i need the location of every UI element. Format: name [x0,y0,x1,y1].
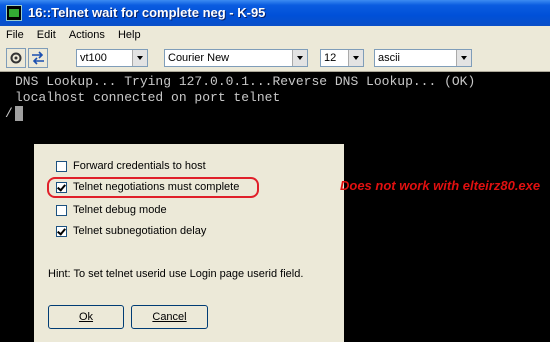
font-select[interactable]: Courier New [164,49,308,67]
charset-select[interactable]: ascii [374,49,472,67]
option-label: Telnet debug mode [73,204,167,216]
chevron-down-icon[interactable] [132,50,147,66]
settings-icon [10,52,22,64]
swap-button[interactable] [28,48,48,68]
chevron-down-icon[interactable] [348,50,363,66]
terminal-line: localhost connected on port telnet [15,90,281,105]
terminal-type-value: vt100 [80,52,107,64]
annotation-text: Does not work with elteirz80.exe [340,178,541,193]
debug-mode-checkbox[interactable] [56,205,67,216]
swap-icon [32,51,44,65]
terminal-prompt: / [5,106,13,121]
menu-file[interactable]: File [0,26,28,41]
title-bar: 16::Telnet wait for complete neg - K-95 [0,0,550,26]
menu-bar: File Edit Actions Help [0,26,550,45]
menu-help[interactable]: Help [112,26,145,41]
ok-button[interactable]: Ok [48,305,124,329]
red-highlight-outline [47,177,259,198]
chevron-down-icon[interactable] [292,50,307,66]
option-label: Forward credentials to host [73,160,206,172]
charset-value: ascii [378,52,401,64]
menu-edit[interactable]: Edit [31,26,60,41]
hint-text: Hint: To set telnet userid use Login pag… [48,268,304,280]
terminal-line: DNS Lookup... Trying 127.0.0.1...Reverse… [15,74,476,89]
k95-app-icon [6,5,22,21]
window-title: 16::Telnet wait for complete neg - K-95 [28,5,266,20]
chevron-down-icon[interactable] [456,50,471,66]
terminal-type-select[interactable]: vt100 [76,49,148,67]
ok-label: Ok [78,311,94,323]
font-value: Courier New [168,52,230,64]
forward-credentials-checkbox[interactable] [56,161,67,172]
settings-button[interactable] [6,48,26,68]
subnegotiation-delay-checkbox[interactable] [56,226,67,237]
telnet-options-dialog: Forward credentials to host Telnet negot… [34,144,344,342]
cancel-label: Cancel [152,311,187,323]
cancel-button[interactable]: Cancel [131,305,208,329]
menu-actions[interactable]: Actions [63,26,109,41]
font-size-select[interactable]: 12 [320,49,364,67]
terminal-cursor [15,106,23,121]
option-label: Telnet subnegotiation delay [73,225,207,237]
toolbar: vt100 Courier New 12 ascii [0,45,550,72]
font-size-value: 12 [324,52,337,64]
